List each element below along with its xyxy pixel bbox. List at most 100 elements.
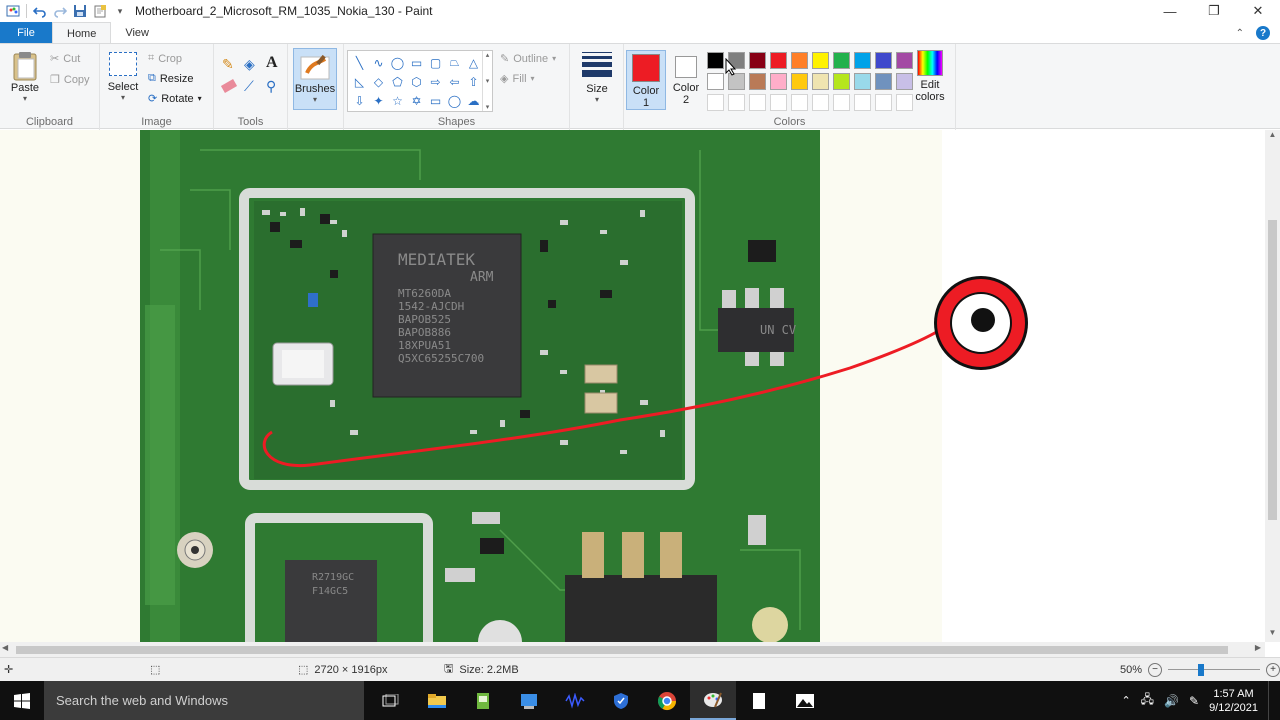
line-shape-icon[interactable]: ╲ [350,53,369,72]
shapes-scroll-icon[interactable]: ▴ ▾ ▾ [482,51,492,111]
help-icon[interactable]: ? [1256,26,1270,40]
size-button[interactable]: Size ▾ [578,52,616,104]
zoom-slider-thumb[interactable] [1198,663,1205,676]
palette-swatch[interactable] [707,73,724,90]
polygon-shape-icon[interactable]: ⏢ [445,53,464,72]
zoom-in-icon[interactable]: + [1266,662,1280,677]
pencil-icon[interactable]: ✎ [222,56,234,73]
rounded-rect-shape-icon[interactable]: ▢ [426,53,445,72]
custom-color-slot[interactable] [791,94,808,111]
text-tool-icon[interactable]: A [266,54,278,72]
palette-swatch[interactable] [833,73,850,90]
fill-bucket-icon[interactable]: ◈ [244,56,255,73]
pentagon-shape-icon[interactable]: ⬠ [388,72,407,91]
edit-colors-button[interactable]: Edit colors [912,50,948,103]
scroll-left-icon[interactable]: ◀ [2,643,8,652]
hexagon-shape-icon[interactable]: ⬡ [407,72,426,91]
custom-color-slot[interactable] [770,94,787,111]
down-arrow-shape-icon[interactable]: ⇩ [350,91,369,110]
right-arrow-shape-icon[interactable]: ⇨ [426,72,445,91]
security-shield-icon[interactable] [598,681,644,720]
palette-swatch[interactable] [791,73,808,90]
paint-taskbar-icon[interactable] [690,681,736,720]
zoom-slider[interactable] [1168,663,1261,677]
volume-icon[interactable]: 🔊 [1164,694,1179,708]
scroll-down-icon[interactable]: ▼ [1265,628,1280,642]
app-icon-green[interactable] [460,681,506,720]
vertical-scrollbar[interactable]: ▲ ▼ [1265,130,1280,642]
palette-swatch[interactable] [833,52,850,69]
crop-button[interactable]: ⌗ Crop [148,52,182,65]
diamond-shape-icon[interactable]: ◇ [369,72,388,91]
notepad-icon[interactable] [736,681,782,720]
palette-swatch[interactable] [875,73,892,90]
scroll-right-icon[interactable]: ▶ [1255,643,1261,652]
app-icon-audio[interactable] [552,681,598,720]
customize-qat-icon[interactable]: ▾ [111,2,129,20]
copy-button[interactable]: ❐ Copy [50,73,90,87]
network-icon[interactable]: 🖧 [1141,690,1154,711]
brushes-button[interactable]: Brushes ▾ [293,48,337,110]
palette-swatch[interactable] [812,52,829,69]
custom-color-slot[interactable] [749,94,766,111]
custom-color-slot[interactable] [833,94,850,111]
palette-swatch[interactable] [770,52,787,69]
select-button[interactable]: Select ▾ [106,52,140,102]
outline-button[interactable]: ✎ Outline ▾ [500,52,556,66]
vertical-scroll-thumb[interactable] [1268,220,1277,520]
color1-button[interactable]: Color 1 [626,50,666,110]
undo-icon[interactable] [31,2,49,20]
rectangle-shape-icon[interactable]: ▭ [407,53,426,72]
rotate-button[interactable]: ⟳ Rotate ▾ [148,92,202,106]
palette-swatch[interactable] [749,73,766,90]
tray-overflow-icon[interactable]: ⌃ [1121,694,1130,707]
input-method-icon[interactable]: ✎ [1189,694,1199,708]
left-arrow-shape-icon[interactable]: ⇦ [445,72,464,91]
up-arrow-shape-icon[interactable]: ⇧ [464,72,483,91]
zoom-out-icon[interactable]: − [1148,662,1163,677]
curve-shape-icon[interactable]: ∿ [369,53,388,72]
palette-swatch[interactable] [875,52,892,69]
oval-shape-icon[interactable]: ◯ [388,53,407,72]
file-explorer-icon[interactable] [414,681,460,720]
callout-cloud-icon[interactable]: ☁ [464,91,483,110]
custom-color-slot[interactable] [728,94,745,111]
cut-button[interactable]: ✂ Cut [50,52,80,66]
custom-color-slot[interactable] [875,94,892,111]
horizontal-scroll-thumb[interactable] [16,646,1228,654]
custom-color-slot[interactable] [812,94,829,111]
palette-swatch[interactable] [707,52,724,69]
taskbar-clock[interactable]: 1:57 AM 9/12/2021 [1209,687,1258,715]
palette-swatch[interactable] [896,52,913,69]
tab-view[interactable]: View [111,22,163,44]
horizontal-scrollbar[interactable]: ◀ ▶ [0,642,1265,657]
triangle-shape-icon[interactable]: △ [464,53,483,72]
paint-app-icon[interactable] [4,2,22,20]
tab-home[interactable]: Home [52,22,112,44]
windows-start-icon[interactable] [0,681,44,720]
photos-icon[interactable] [782,681,828,720]
color-picker-icon[interactable]: ⟋ [244,78,254,95]
task-view-icon[interactable] [368,681,414,720]
minimize-icon[interactable]: — [1148,0,1192,22]
show-desktop-button[interactable] [1268,681,1272,720]
paste-button[interactable]: Paste ▾ [8,50,42,103]
five-point-star-icon[interactable]: ☆ [388,91,407,110]
redo-icon[interactable] [51,2,69,20]
custom-color-slot[interactable] [707,94,724,111]
palette-swatch[interactable] [854,52,871,69]
palette-swatch[interactable] [791,52,808,69]
taskbar-search-box[interactable]: Search the web and Windows [44,681,364,720]
color2-button[interactable]: Color 2 [666,50,706,110]
callout-oval-icon[interactable]: ◯ [445,91,464,110]
right-triangle-shape-icon[interactable]: ◺ [350,72,369,91]
custom-color-slot[interactable] [854,94,871,111]
drawing-canvas[interactable]: MEDIATEK ARM MT6260DA 1542-AJCDH BAPOB52… [0,130,1265,642]
callout-rect-icon[interactable]: ▭ [426,91,445,110]
app-icon-blue-installer[interactable] [506,681,552,720]
four-point-star-icon[interactable]: ✦ [369,91,388,110]
canvas-area[interactable]: MEDIATEK ARM MT6260DA 1542-AJCDH BAPOB52… [0,130,1265,642]
tab-file[interactable]: File [0,22,52,44]
six-point-star-icon[interactable]: ✡ [407,91,426,110]
fill-button[interactable]: ◈ Fill ▾ [500,72,535,86]
